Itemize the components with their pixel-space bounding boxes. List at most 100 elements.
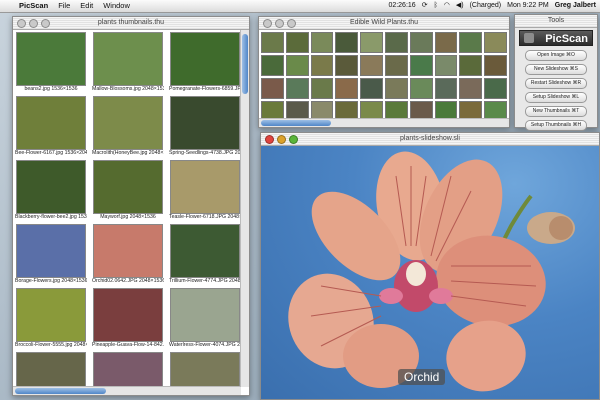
zoom-button[interactable] xyxy=(289,135,298,144)
thumbnail-image[interactable] xyxy=(409,55,433,76)
menu-app[interactable]: PicScan xyxy=(14,0,53,12)
close-button[interactable] xyxy=(17,19,26,28)
thumbnail-item[interactable]: Trillium-Flower-4774.JPG 2048×153 xyxy=(169,224,241,285)
minimize-button[interactable] xyxy=(275,19,284,28)
zoom-button[interactable] xyxy=(287,19,296,28)
close-button[interactable] xyxy=(265,135,274,144)
thumbnail-image[interactable] xyxy=(170,224,240,278)
thumbnail-item[interactable]: Blackberry-flower-bee2.jpg 1536× xyxy=(15,160,87,221)
battery-status[interactable]: (Charged) xyxy=(470,0,502,12)
thumbnail-image[interactable] xyxy=(434,78,458,99)
thumbnail-image[interactable] xyxy=(409,78,433,99)
thumbnail-image[interactable] xyxy=(93,32,163,86)
thumbnail-image[interactable] xyxy=(170,288,240,342)
thumbnail-image[interactable] xyxy=(434,55,458,76)
thumbnail-item[interactable]: Teasle-Flower-6718.JPG 2048×1536 xyxy=(169,160,241,221)
thumbnail-image[interactable] xyxy=(93,224,163,278)
thumbnail-item[interactable]: beans2.jpg 1536×1536 xyxy=(15,32,87,93)
thumbnail-image[interactable] xyxy=(409,32,433,53)
tool-button-2[interactable]: New Slideshow ⌘S xyxy=(525,64,587,75)
thumbnail-image[interactable] xyxy=(484,32,507,53)
thumbnail-image[interactable] xyxy=(459,78,483,99)
thumbnail-image[interactable] xyxy=(16,160,86,214)
thumbnail-image[interactable] xyxy=(261,55,284,76)
tool-buttons: Open Image ⌘O New Slideshow ⌘S Restart Sli… xyxy=(515,50,597,131)
scroll-knob[interactable] xyxy=(242,34,248,94)
close-button[interactable] xyxy=(263,19,272,28)
titlebar[interactable]: plants thumbnails.thu xyxy=(13,17,249,30)
thumbnail-item[interactable]: Pomegranate-Flowers-6859.JPG 2048 xyxy=(169,32,241,93)
sync-icon[interactable]: ⟳ xyxy=(422,0,428,12)
thumbnail-image[interactable] xyxy=(261,32,284,53)
tool-button-3[interactable]: Restart Slideshow ⌘R xyxy=(525,78,587,89)
horizontal-scrollbar[interactable] xyxy=(259,118,509,127)
thumbnail-item[interactable]: Waterlress-Flower-4074.JPG 2048× xyxy=(169,288,241,349)
tool-button-6[interactable]: Setup Thumbnails ⌘H xyxy=(525,120,587,131)
menu-edit[interactable]: Edit xyxy=(75,0,98,12)
thumbnail-image[interactable] xyxy=(16,32,86,86)
thumbnail-caption: Pineapple-Guava-Flow-14-842.J xyxy=(92,342,164,348)
thumbnail-image[interactable] xyxy=(285,32,309,53)
thumbnail-image[interactable] xyxy=(16,288,86,342)
thumbnail-image[interactable] xyxy=(384,78,408,99)
menu-window[interactable]: Window xyxy=(98,0,135,12)
thumbnail-image[interactable] xyxy=(459,55,483,76)
thumbnail-image[interactable] xyxy=(16,96,86,150)
scroll-knob[interactable] xyxy=(261,120,331,126)
thumbnail-image[interactable] xyxy=(93,96,163,150)
thumbnail-item[interactable]: Spring-Seedlings-4738.JPG 2048×1 xyxy=(169,96,241,157)
thumbnail-image[interactable] xyxy=(459,32,483,53)
tool-button-4[interactable]: Setup Slideshow ⌘L xyxy=(525,92,587,103)
vertical-scrollbar[interactable] xyxy=(240,30,249,387)
thumbnail-image[interactable] xyxy=(310,32,334,53)
thumbnail-image[interactable] xyxy=(384,55,408,76)
thumbnail-image[interactable] xyxy=(170,32,240,86)
minimize-button[interactable] xyxy=(29,19,38,28)
thumbnail-image[interactable] xyxy=(360,32,383,53)
zoom-button[interactable] xyxy=(41,19,50,28)
thumbnail-image[interactable] xyxy=(384,32,408,53)
menu-file[interactable]: File xyxy=(53,0,75,12)
minimize-button[interactable] xyxy=(277,135,286,144)
thumbnail-image[interactable] xyxy=(310,55,334,76)
clock[interactable]: Mon 9:22 PM xyxy=(507,0,549,12)
thumbnail-image[interactable] xyxy=(360,78,383,99)
horizontal-scrollbar[interactable] xyxy=(13,386,241,395)
tool-button-1[interactable]: Open Image ⌘O xyxy=(525,50,587,61)
thumbnail-image[interactable] xyxy=(261,78,284,99)
thumbnail-item[interactable]: Pineapple-Guava-Flow-14-842.J xyxy=(92,288,164,349)
thumbnail-image[interactable] xyxy=(285,55,309,76)
thumbnail-image[interactable] xyxy=(484,78,507,99)
thumbnail-image[interactable] xyxy=(310,78,334,99)
thumbnail-caption: Spring-Seedlings-4738.JPG 2048×1 xyxy=(169,150,241,156)
thumbnail-image[interactable] xyxy=(93,160,163,214)
thumbnail-image[interactable] xyxy=(335,32,359,53)
scroll-knob[interactable] xyxy=(15,388,107,394)
thumbnail-item[interactable]: Orchid02.0642.JPG 2048×1536 xyxy=(92,224,164,285)
titlebar[interactable]: Tools xyxy=(515,15,597,28)
airport-icon[interactable]: ◠ xyxy=(444,0,450,12)
thumbnail-image[interactable] xyxy=(335,78,359,99)
thumbnail-image[interactable] xyxy=(16,224,86,278)
tool-button-5[interactable]: New Thumbnails ⌘T xyxy=(525,106,587,117)
titlebar[interactable]: Edible Wild Plants.thu xyxy=(259,17,509,30)
thumbnail-item[interactable]: Bee-Flower-6167.jpg 1536×2048 xyxy=(15,96,87,157)
user-name[interactable]: Greg Jalbert xyxy=(555,0,596,12)
thumbnail-image[interactable] xyxy=(285,78,309,99)
thumbnail-item[interactable]: Macrolith(HoneyBee.jpg 2048×1536 xyxy=(92,96,164,157)
thumbnail-image[interactable] xyxy=(484,55,507,76)
thumbnail-image[interactable] xyxy=(360,55,383,76)
thumbnail-image[interactable] xyxy=(170,96,240,150)
thumbnail-image[interactable] xyxy=(93,288,163,342)
thumbnail-item[interactable]: Borage-Flowers.jpg 2048×1536 xyxy=(15,224,87,285)
thumbnail-item[interactable]: Mayworf.jpg 2048×1536 xyxy=(92,160,164,221)
slideshow-photo[interactable]: Orchid xyxy=(261,146,599,399)
thumbnail-image[interactable] xyxy=(434,32,458,53)
titlebar[interactable]: plants-slideshow.sli xyxy=(261,133,599,146)
thumbnail-item[interactable]: Broccoli-Flower-5555.jpg 2048×1536 xyxy=(15,288,87,349)
thumbnail-image[interactable] xyxy=(335,55,359,76)
thumbnail-image[interactable] xyxy=(170,160,240,214)
bluetooth-icon[interactable]: ᛒ xyxy=(434,0,438,12)
volume-icon[interactable]: ◀) xyxy=(456,0,464,12)
thumbnail-item[interactable]: Mallow-Blossoms.jpg 2048×1536 xyxy=(92,32,164,93)
